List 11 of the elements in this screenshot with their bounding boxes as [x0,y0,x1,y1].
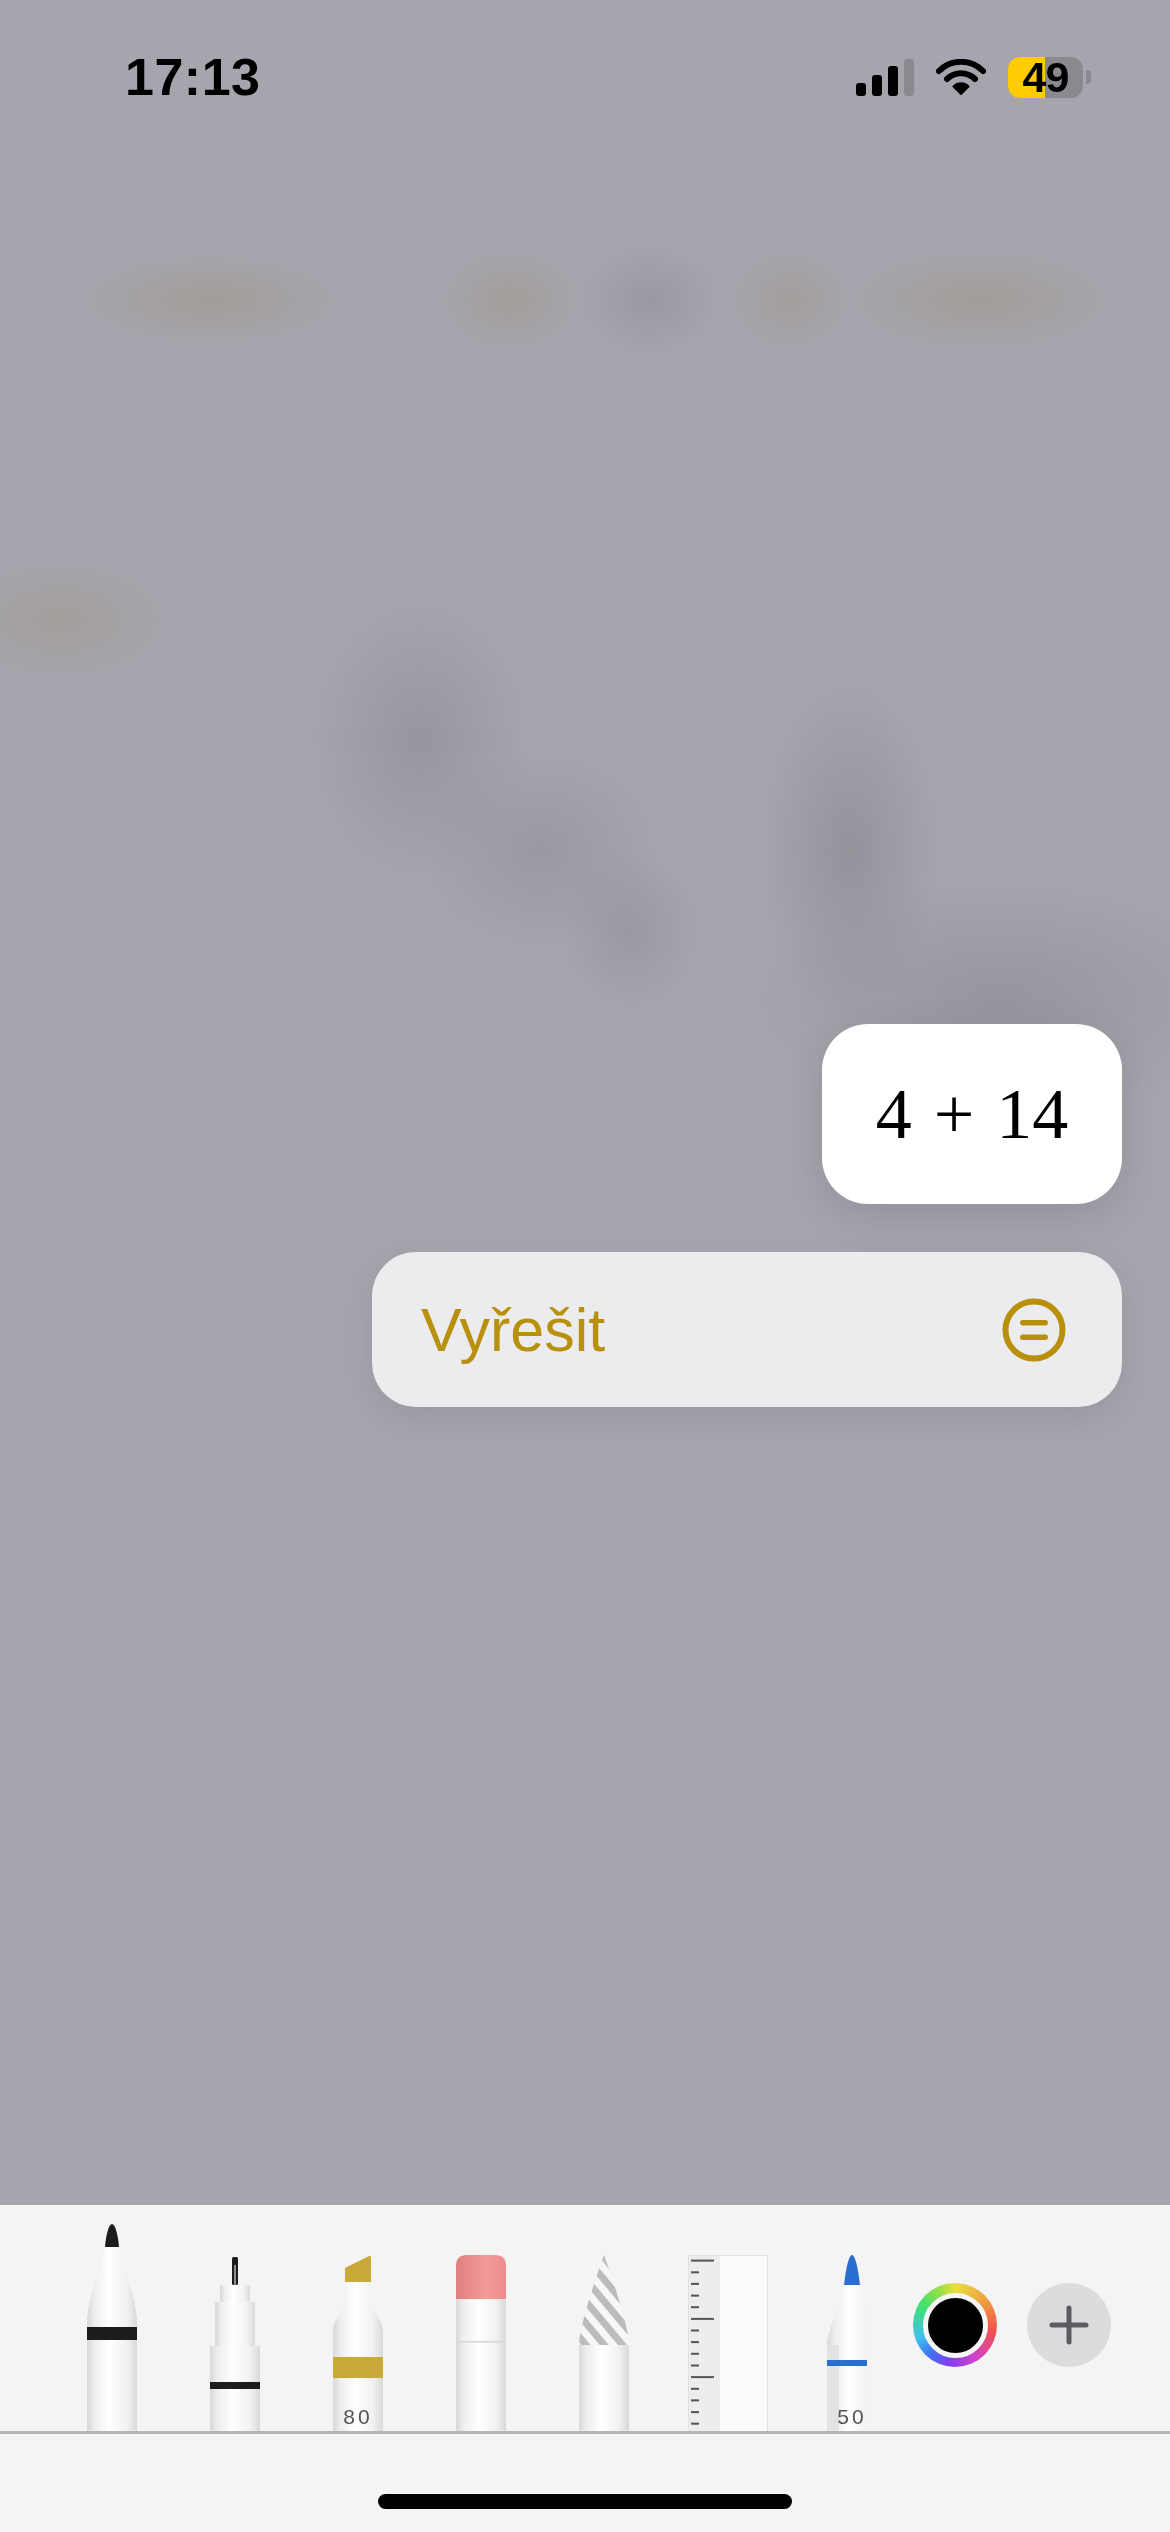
signal-icon [856,58,914,96]
math-expression-card: 4 + 14 [822,1024,1122,1204]
status-time: 17:13 [125,51,261,103]
fineliner-tool[interactable] [210,2255,260,2431]
plus-icon [1049,2305,1089,2345]
eraser-tool[interactable] [456,2255,506,2431]
marker-tool[interactable]: 80 [333,2255,383,2431]
equals-circle-icon [1002,1297,1066,1362]
ruler-tool[interactable] [688,2255,768,2431]
pen-tool[interactable] [87,2224,137,2431]
wifi-icon [936,58,986,96]
